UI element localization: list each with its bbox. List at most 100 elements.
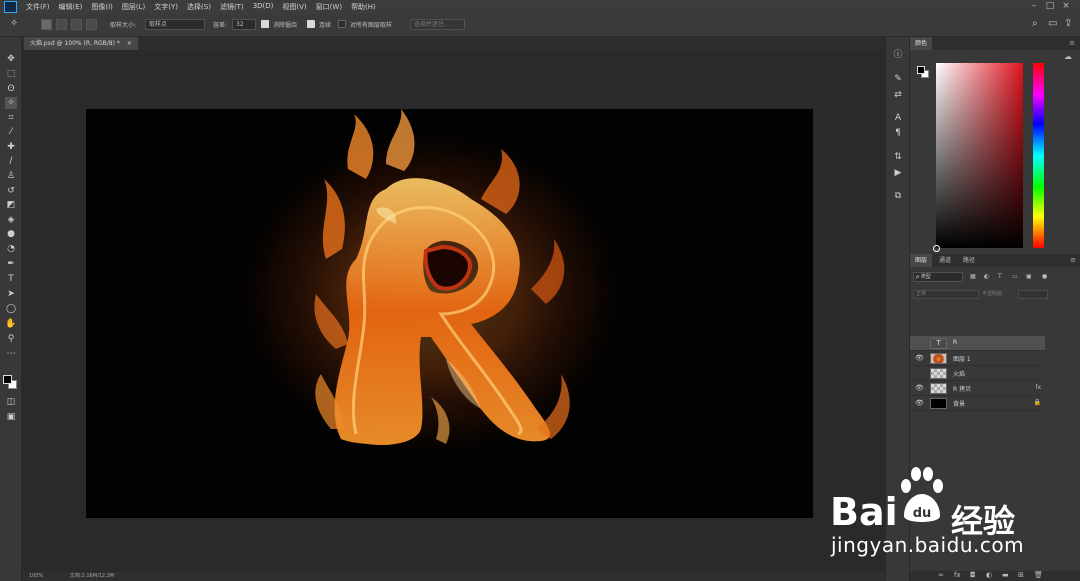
creative-cloud-icon[interactable]: ☁ bbox=[1064, 52, 1072, 61]
path-select-icon[interactable]: ➤ bbox=[5, 288, 17, 300]
eraser-tool-icon[interactable]: ◩ bbox=[5, 199, 17, 211]
menu-window[interactable]: 窗口(W) bbox=[316, 2, 342, 12]
new-group-icon[interactable]: ▬ bbox=[1002, 571, 1009, 579]
layer-row-r-copy[interactable]: 👁 R 拷贝 fx bbox=[910, 381, 1045, 396]
type-tool-icon[interactable]: T bbox=[5, 273, 17, 285]
history-brush-icon[interactable]: ↺ bbox=[5, 185, 17, 197]
add-mask-icon[interactable]: ◘ bbox=[970, 571, 976, 579]
color-picker-field[interactable] bbox=[933, 63, 1023, 252]
visibility-eye-icon[interactable]: 👁 bbox=[915, 399, 924, 407]
panel-menu-icon[interactable]: ≡ bbox=[1069, 39, 1075, 47]
add-selection-icon[interactable] bbox=[56, 19, 67, 30]
lasso-tool-icon[interactable]: ʘ bbox=[5, 83, 17, 95]
intersect-selection-icon[interactable] bbox=[86, 19, 97, 30]
more-tools-icon[interactable]: ⋯ bbox=[5, 348, 17, 360]
filter-type-icon[interactable]: T bbox=[998, 273, 1002, 280]
new-layer-icon[interactable]: ⊞ bbox=[1018, 571, 1024, 579]
sample-size-select[interactable]: 取样点 bbox=[145, 19, 205, 30]
shape-tool-icon[interactable]: ◯ bbox=[5, 303, 17, 315]
pen-tool-icon[interactable]: ✒ bbox=[5, 258, 17, 270]
character-icon[interactable]: A bbox=[892, 112, 904, 124]
workspace-icon[interactable]: ▭ bbox=[1048, 18, 1057, 29]
move-tool-icon[interactable]: ✥ bbox=[5, 53, 17, 65]
tab-layers[interactable]: 图层 bbox=[910, 254, 933, 267]
actions-play-icon[interactable]: ▶ bbox=[892, 167, 904, 179]
select-and-mask-button[interactable]: 选择并遮住... bbox=[410, 19, 465, 30]
blend-mode-select[interactable]: 正常 bbox=[913, 290, 979, 299]
stamp-tool-icon[interactable]: ♙ bbox=[5, 170, 17, 182]
link-layers-icon[interactable]: ∞ bbox=[938, 571, 944, 579]
menu-edit[interactable]: 编辑(E) bbox=[59, 2, 83, 12]
hand-tool-icon[interactable]: ✋ bbox=[5, 318, 17, 330]
tolerance-input[interactable]: 32 bbox=[232, 19, 256, 30]
close-tab-icon[interactable]: × bbox=[127, 40, 132, 47]
menu-3d[interactable]: 3D(D) bbox=[253, 2, 274, 12]
magic-wand-tool-icon[interactable]: ✧ bbox=[5, 97, 17, 109]
layer-row-text-r[interactable]: T R bbox=[910, 336, 1045, 351]
tab-color[interactable]: 颜色 bbox=[910, 37, 933, 50]
zoom-tool-icon[interactable]: ⚲ bbox=[5, 333, 17, 345]
menu-image[interactable]: 图像(I) bbox=[91, 2, 113, 12]
opacity-input[interactable] bbox=[1018, 290, 1048, 299]
visibility-eye-icon[interactable]: 👁 bbox=[915, 354, 924, 362]
tab-paths[interactable]: 路径 bbox=[958, 254, 980, 267]
layer-filter-select[interactable]: ρ 类型 bbox=[913, 272, 963, 282]
blur-tool-icon[interactable]: ● bbox=[5, 228, 17, 240]
info-icon[interactable]: ⓘ bbox=[892, 49, 904, 61]
document-info[interactable]: 文档:2.16M/12.3M bbox=[70, 573, 114, 579]
healing-tool-icon[interactable]: ✚ bbox=[5, 141, 17, 153]
new-selection-icon[interactable] bbox=[41, 19, 52, 30]
filter-adjust-icon[interactable]: ◐ bbox=[984, 273, 989, 280]
menu-layer[interactable]: 图层(L) bbox=[122, 2, 145, 12]
add-style-icon[interactable]: fx bbox=[954, 571, 961, 579]
color-fg-swatch[interactable] bbox=[917, 66, 925, 74]
brush-tool-icon[interactable]: ∕ bbox=[5, 155, 17, 167]
layer-row-layer1[interactable]: 👁 图层 1 bbox=[910, 351, 1045, 366]
adjust-icon[interactable]: ⇄ bbox=[892, 89, 904, 101]
tab-channels[interactable]: 通道 bbox=[934, 254, 956, 267]
close-window-button[interactable]: × bbox=[1058, 1, 1074, 11]
color-picker-cursor[interactable] bbox=[933, 245, 940, 252]
menu-filter[interactable]: 滤镜(T) bbox=[220, 2, 244, 12]
visibility-eye-icon[interactable]: 👁 bbox=[915, 384, 924, 392]
filter-toggle-icon[interactable]: ● bbox=[1042, 273, 1047, 280]
menu-select[interactable]: 选择(S) bbox=[187, 2, 211, 12]
bucket-tool-icon[interactable]: ◈ bbox=[5, 214, 17, 226]
magic-wand-icon[interactable]: ✧ bbox=[10, 18, 18, 29]
adjustment-layer-icon[interactable]: ◐ bbox=[986, 571, 992, 579]
sample-all-checkbox[interactable] bbox=[338, 20, 346, 28]
menu-type[interactable]: 文字(Y) bbox=[154, 2, 178, 12]
filter-pixel-icon[interactable]: ▦ bbox=[970, 273, 976, 280]
hue-slider[interactable] bbox=[1033, 63, 1044, 248]
delete-layer-icon[interactable]: 🗑 bbox=[1034, 571, 1043, 579]
crop-tool-icon[interactable]: ⌗ bbox=[5, 112, 17, 124]
share-icon[interactable]: ⇪ bbox=[1064, 18, 1072, 29]
filter-shape-icon[interactable]: ▭ bbox=[1012, 273, 1018, 280]
document-canvas[interactable] bbox=[86, 109, 813, 518]
maximize-button[interactable]: □ bbox=[1042, 1, 1058, 11]
search-icon[interactable]: ⌕ bbox=[1032, 18, 1038, 29]
layer-fx-icon[interactable]: fx bbox=[1035, 384, 1041, 391]
brush-settings-icon[interactable]: ✎ bbox=[892, 73, 904, 85]
screen-mode-icon[interactable]: ▣ bbox=[5, 411, 17, 423]
properties-icon[interactable]: ⧉ bbox=[892, 190, 904, 202]
document-tab[interactable]: 火焰.psd @ 100% (R, RGB/8) * × bbox=[24, 37, 138, 50]
dodge-tool-icon[interactable]: ◔ bbox=[5, 243, 17, 255]
marquee-tool-icon[interactable]: ⬚ bbox=[5, 68, 17, 80]
antialias-checkbox[interactable] bbox=[261, 20, 269, 28]
menu-help[interactable]: 帮助(H) bbox=[351, 2, 376, 12]
contiguous-checkbox[interactable] bbox=[307, 20, 315, 28]
layer-row-fire[interactable]: 火焰 bbox=[910, 366, 1045, 381]
minimize-button[interactable]: – bbox=[1026, 1, 1042, 11]
paragraph-icon[interactable]: ¶ bbox=[892, 127, 904, 139]
history-icon[interactable]: ⇅ bbox=[892, 151, 904, 163]
foreground-color-swatch[interactable] bbox=[3, 375, 12, 384]
layers-menu-icon[interactable]: ≡ bbox=[1070, 256, 1076, 264]
filter-smart-icon[interactable]: ▣ bbox=[1026, 273, 1032, 280]
quick-mask-icon[interactable]: ◫ bbox=[5, 396, 17, 408]
zoom-level[interactable]: 100% bbox=[29, 573, 43, 579]
layer-row-background[interactable]: 👁 背景 🔒 bbox=[910, 396, 1045, 411]
menu-file[interactable]: 文件(F) bbox=[26, 2, 50, 12]
menu-view[interactable]: 视图(V) bbox=[282, 2, 306, 12]
subtract-selection-icon[interactable] bbox=[71, 19, 82, 30]
